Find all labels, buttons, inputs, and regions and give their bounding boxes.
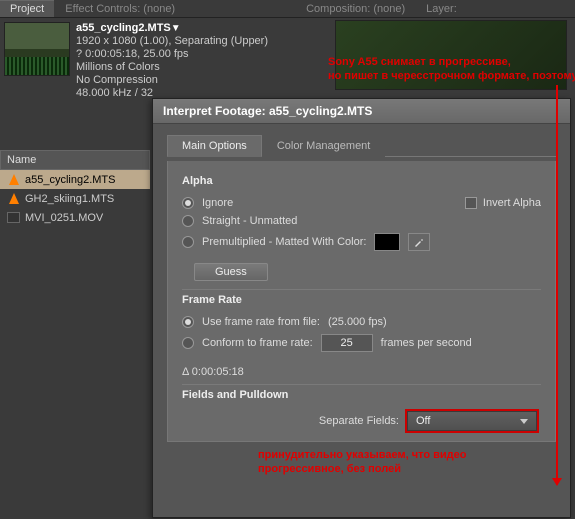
list-item[interactable]: MVI_0251.MOV xyxy=(0,208,150,227)
section-alpha-title: Alpha xyxy=(182,175,541,187)
label-separate-fields: Separate Fields: xyxy=(319,415,399,427)
radio-use-file-rate[interactable] xyxy=(182,316,194,328)
label-conform-rate: Conform to frame rate: xyxy=(202,337,313,349)
tab-composition[interactable]: Composition: (none) xyxy=(296,0,415,17)
matte-color-swatch[interactable] xyxy=(374,233,400,251)
list-header-name[interactable]: Name xyxy=(0,150,150,170)
radio-conform-rate[interactable] xyxy=(182,337,194,349)
vlc-icon xyxy=(6,173,21,186)
top-panel-tabs: Project Effect Controls: (none) Composit… xyxy=(0,0,575,18)
dialog-tabs: Main Options Color Management xyxy=(167,134,556,157)
label-ignore: Ignore xyxy=(202,197,233,209)
section-fields-title: Fields and Pulldown xyxy=(182,389,541,401)
clip-thumbnail xyxy=(4,22,70,76)
file-name: MVI_0251.MOV xyxy=(25,212,103,224)
eyedropper-button[interactable] xyxy=(408,233,430,251)
dialog-title: Interpret Footage: a55_cycling2.MTS xyxy=(153,99,570,124)
label-premultiplied: Premultiplied - Matted With Color: xyxy=(202,236,366,248)
clip-name: a55_cycling2.MTS xyxy=(76,22,171,34)
guess-button[interactable]: Guess xyxy=(194,263,268,281)
tab-main-options[interactable]: Main Options xyxy=(167,135,262,157)
eyedropper-icon xyxy=(413,236,425,248)
mov-icon xyxy=(6,211,21,224)
tab-effect-controls[interactable]: Effect Controls: (none) xyxy=(55,0,185,17)
radio-premultiplied[interactable] xyxy=(182,236,194,248)
chevron-down-icon xyxy=(520,419,528,424)
vlc-icon xyxy=(6,192,21,205)
radio-ignore[interactable] xyxy=(182,197,194,209)
annotation-top: Sony A55 снимает в прогрессиве, но пишет… xyxy=(328,55,575,83)
separate-fields-select[interactable]: Off xyxy=(407,411,537,431)
conform-rate-input[interactable]: 25 xyxy=(321,334,373,352)
section-framerate-title: Frame Rate xyxy=(182,294,541,306)
annotation-bottom: принудительно указываем, что видео прогр… xyxy=(258,448,466,476)
label-straight: Straight - Unmatted xyxy=(202,215,297,227)
clip-colors: Millions of Colors xyxy=(76,61,268,74)
list-item[interactable]: a55_cycling2.MTS xyxy=(0,170,150,189)
checkbox-invert-alpha[interactable] xyxy=(465,197,477,209)
label-invert-alpha: Invert Alpha xyxy=(483,197,541,209)
annotation-arrow xyxy=(556,85,558,485)
tab-color-management[interactable]: Color Management xyxy=(262,135,386,157)
file-rate-value: (25.000 fps) xyxy=(328,316,387,328)
duration-delta: Δ 0:00:05:18 xyxy=(182,366,244,378)
separate-fields-value: Off xyxy=(416,415,430,427)
dropdown-arrow-icon[interactable]: ▼ xyxy=(171,23,181,34)
clip-metadata: a55_cycling2.MTS▼ 1920 x 1080 (1.00), Se… xyxy=(76,22,268,94)
tab-project[interactable]: Project xyxy=(0,0,54,17)
clip-dims: 1920 x 1080 (1.00), Separating (Upper) xyxy=(76,35,268,48)
project-file-list: Name a55_cycling2.MTS GH2_skiing1.MTS MV… xyxy=(0,150,150,227)
label-fps-unit: frames per second xyxy=(381,337,472,349)
file-name: a55_cycling2.MTS xyxy=(25,174,116,186)
tab-layer[interactable]: Layer: xyxy=(416,0,467,17)
clip-codec: No Compression xyxy=(76,74,268,87)
radio-straight[interactable] xyxy=(182,215,194,227)
label-use-file-rate: Use frame rate from file: xyxy=(202,316,320,328)
file-name: GH2_skiing1.MTS xyxy=(25,193,114,205)
clip-duration: ? 0:00:05:18, 25.00 fps xyxy=(76,48,268,61)
project-item-info: a55_cycling2.MTS▼ 1920 x 1080 (1.00), Se… xyxy=(0,18,320,98)
list-item[interactable]: GH2_skiing1.MTS xyxy=(0,189,150,208)
